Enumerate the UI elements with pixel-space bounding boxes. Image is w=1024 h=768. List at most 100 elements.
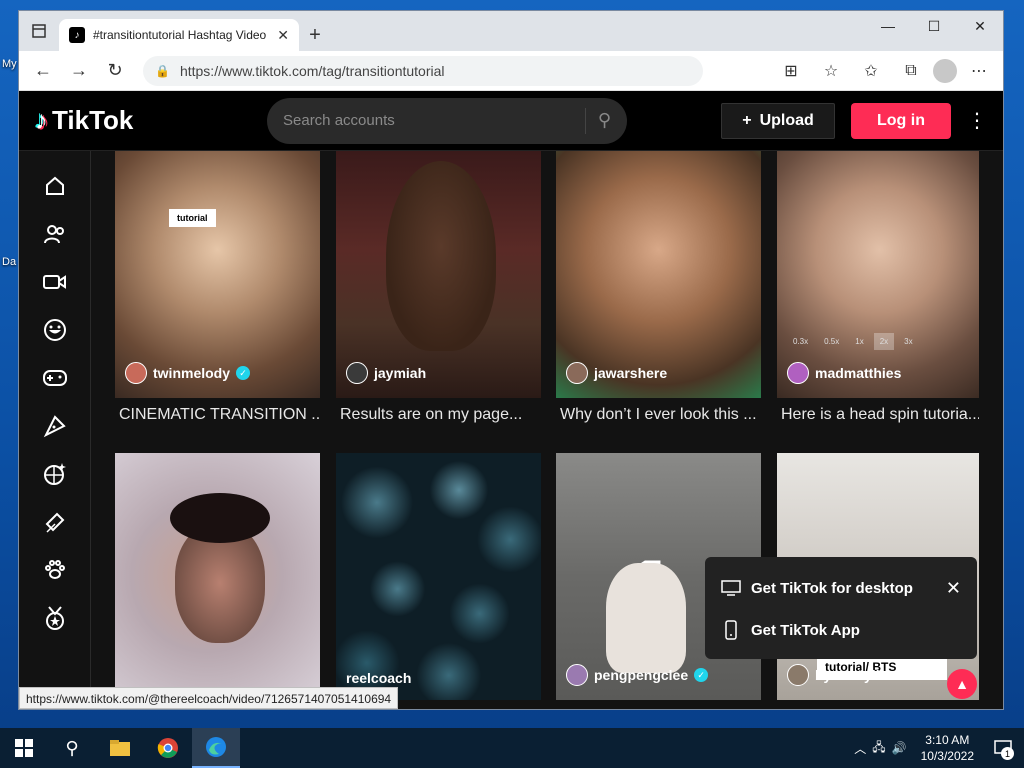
- tab-title: #transitiontutorial Hashtag Video: [93, 28, 267, 42]
- chrome-icon[interactable]: [144, 728, 192, 768]
- upload-label: Upload: [759, 111, 814, 129]
- video-thumbnail[interactable]: jaymiah: [336, 151, 541, 398]
- tiktok-favicon-icon: ♪: [69, 27, 85, 43]
- person-body: [606, 563, 686, 673]
- tutorial-sticker: tutorial: [169, 209, 216, 227]
- date: 10/3/2022: [920, 749, 974, 763]
- tiktok-header: ♪ TikTok ⚲ + Upload Log in ⋮: [19, 91, 1003, 151]
- verified-icon: ✓: [694, 668, 709, 682]
- get-app-row[interactable]: Get TikTok App: [721, 609, 961, 651]
- get-desktop-row[interactable]: Get TikTok for desktop ✕: [721, 567, 961, 609]
- phone-icon: [725, 620, 737, 640]
- speed-option: 0.5x: [824, 337, 840, 346]
- video-card[interactable]: [115, 453, 320, 700]
- search-input[interactable]: [283, 112, 573, 129]
- more-options-icon[interactable]: ⋮: [967, 108, 987, 133]
- collections-icon[interactable]: ⧉: [893, 55, 929, 87]
- live-icon[interactable]: [41, 269, 69, 295]
- upload-button[interactable]: + Upload: [721, 102, 835, 139]
- username: reelcoach: [346, 670, 412, 686]
- volume-icon[interactable]: 🔊: [892, 741, 907, 755]
- video-thumbnail[interactable]: 0.3x 0.5x 1x 2x 3x madmatthies: [777, 151, 979, 398]
- verified-icon: ✓: [236, 366, 251, 380]
- video-card[interactable]: jaymiah Results are on my page...: [336, 151, 541, 424]
- video-thumbnail[interactable]: reelcoach: [336, 453, 541, 700]
- avatar: [787, 362, 809, 384]
- get-desktop-label: Get TikTok for desktop: [751, 579, 913, 597]
- video-card[interactable]: reelcoach: [336, 453, 541, 700]
- video-thumbnail[interactable]: [115, 453, 320, 700]
- scroll-to-top-button[interactable]: ▲: [947, 669, 977, 699]
- refresh-button[interactable]: ↻: [97, 55, 133, 87]
- get-app-label: Get TikTok App: [751, 621, 860, 639]
- settings-more-icon[interactable]: ⋯: [961, 55, 997, 87]
- maximize-button[interactable]: ☐: [911, 11, 957, 41]
- add-favorite-icon[interactable]: ☆: [813, 55, 849, 87]
- url-text: https://www.tiktok.com/tag/transitiontut…: [179, 62, 445, 79]
- get-app-popup: Get TikTok for desktop ✕ Get TikTok App: [705, 557, 977, 659]
- speed-option: 1x: [855, 337, 864, 346]
- back-button[interactable]: ←: [25, 55, 61, 87]
- search-taskbar-icon[interactable]: ⚲: [48, 728, 96, 768]
- video-card[interactable]: tutorial twinmelody ✓ CINEMATIC TRANSITIO…: [115, 151, 320, 424]
- desktop-icon-label[interactable]: My: [2, 58, 17, 70]
- comedy-icon[interactable]: [41, 317, 69, 343]
- hair-bun: [170, 493, 270, 543]
- close-popup-icon[interactable]: ✕: [946, 578, 961, 599]
- video-caption[interactable]: Why don’t I ever look this ...: [556, 406, 761, 424]
- following-icon[interactable]: [41, 221, 69, 247]
- forward-button[interactable]: →: [61, 55, 97, 87]
- favorites-icon[interactable]: ✩: [853, 55, 889, 87]
- username: madmatthies: [815, 365, 902, 381]
- network-icon[interactable]: 🖧: [872, 738, 885, 759]
- dance-icon[interactable]: [41, 461, 69, 487]
- video-card[interactable]: 0.3x 0.5x 1x 2x 3x madmatthies Here is a…: [777, 151, 979, 424]
- edge-icon[interactable]: [192, 728, 240, 768]
- animals-icon[interactable]: [41, 557, 69, 583]
- url-field[interactable]: 🔒 https://www.tiktok.com/tag/transitiont…: [143, 55, 703, 86]
- avatar: [787, 664, 809, 686]
- food-icon[interactable]: [41, 413, 69, 439]
- tiktok-logo[interactable]: ♪ TikTok: [35, 105, 267, 136]
- close-window-button[interactable]: ✕: [957, 11, 1003, 41]
- monitor-icon: [721, 580, 741, 596]
- home-icon[interactable]: [41, 173, 69, 199]
- file-explorer-icon[interactable]: [96, 728, 144, 768]
- chevron-up-icon[interactable]: ︿: [854, 740, 866, 757]
- start-button[interactable]: [0, 728, 48, 768]
- avatar: [566, 362, 588, 384]
- video-caption[interactable]: Here is a head spin tutoria...: [777, 406, 979, 424]
- desktop-icon-label[interactable]: Da: [2, 256, 16, 268]
- new-tab-button[interactable]: +: [299, 19, 331, 51]
- avatar: [566, 664, 588, 686]
- video-thumbnail[interactable]: jawarshere: [556, 151, 761, 398]
- profile-avatar[interactable]: [933, 58, 957, 83]
- video-caption[interactable]: Results are on my page...: [336, 406, 541, 424]
- plus-icon: +: [742, 111, 752, 129]
- beauty-icon[interactable]: [41, 509, 69, 535]
- login-button[interactable]: Log in: [851, 102, 951, 139]
- minimize-button[interactable]: —: [865, 11, 911, 41]
- speed-option: 0.3x: [793, 337, 809, 346]
- video-thumbnail[interactable]: tutorial twinmelody ✓: [115, 151, 320, 398]
- search-icon[interactable]: ⚲: [598, 110, 611, 131]
- video-caption[interactable]: CINEMATIC TRANSITION ...: [115, 406, 320, 424]
- speed-option-selected: 2x: [873, 333, 895, 350]
- tiktok-note-icon: ♪: [35, 105, 48, 135]
- tab-actions-button[interactable]: [19, 11, 59, 51]
- tab-close-icon[interactable]: ✕: [277, 27, 289, 44]
- clock[interactable]: 3:10 AM 10/3/2022: [913, 732, 982, 764]
- address-bar: ← → ↻ 🔒 https://www.tiktok.com/tag/trans…: [19, 51, 1003, 91]
- avatar: [346, 362, 368, 384]
- gaming-icon[interactable]: [41, 365, 69, 391]
- speed-selector: 0.3x 0.5x 1x 2x 3x: [787, 333, 919, 350]
- speed-option: 3x: [904, 337, 913, 346]
- notifications-button[interactable]: 1: [988, 728, 1018, 768]
- username: pengpengclee: [594, 667, 689, 683]
- video-card[interactable]: jawarshere Why don’t I ever look this ..…: [556, 151, 761, 424]
- sports-icon[interactable]: [41, 605, 69, 631]
- lock-icon[interactable]: 🔒: [155, 64, 170, 78]
- notification-count: 1: [1001, 747, 1014, 760]
- apps-icon[interactable]: ⊞: [773, 55, 809, 87]
- browser-tab[interactable]: ♪ #transitiontutorial Hashtag Video ✕: [59, 19, 299, 51]
